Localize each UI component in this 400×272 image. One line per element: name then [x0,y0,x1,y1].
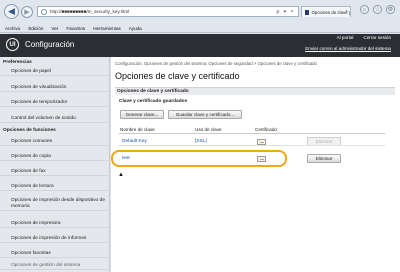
table-header-divider [119,133,385,134]
sidebar-item-common[interactable]: Opciones comunes [0,139,110,146]
menu-bar: Archivo Edición Ver Favoritos Herramient… [0,23,400,33]
address-url: http://■■■■■■■■■/m_security_key.html [50,9,130,14]
browser-chrome: ◀ ▶ http://■■■■■■■■■/m_security_key.html… [0,0,400,33]
breadcrumb: Configuración: Opciones de gestión del s… [115,61,317,66]
browser-toolbar-icons: ⌂ ☆ ⚙ [360,5,395,14]
portal-link[interactable]: Al portal [337,35,354,40]
key-name-link[interactable]: Default Key [122,139,147,144]
menu-item-ver[interactable]: Ver [51,26,58,31]
page-title: Opciones de clave y certificado [115,71,240,81]
menu-item-herramientas[interactable]: Herramientas [93,26,121,31]
tab-favicon-icon [305,9,310,15]
tab-close-icon[interactable]: × [345,9,348,15]
key-name-link[interactable]: test [122,156,130,161]
forward-arrow-icon[interactable]: ▶ [21,6,33,18]
sidebar-item-printer[interactable]: Opciones de impresora [0,221,110,228]
sidebar-item-memory-print[interactable]: Opciones de impresión desde dispositivo … [0,198,108,211]
subsection-heading: Clave y certificado guardados [119,99,188,104]
generate-key-button[interactable]: Generar clave... [120,110,164,119]
sidebar-item-volume[interactable]: Control del volumen de sonido [0,116,110,123]
sidebar-heading-functions: Opciones de funciones [3,128,56,133]
menu-item-archivo[interactable]: Archivo [5,26,20,31]
star-icon[interactable]: ☆ [373,5,382,14]
sidebar-item-paper[interactable]: Opciones de papel [0,69,110,76]
sidebar-item-timer[interactable]: Opciones de temporizador [0,100,110,107]
section-heading: Opciones de clave y certificado [115,87,395,95]
logout-link[interactable]: Cerrar sesión [363,35,391,40]
save-key-certificate-button[interactable]: Guardar clave y certificado... [168,110,242,119]
globe-icon [41,8,47,15]
delete-button[interactable]: Eliminar [307,154,341,163]
gear-icon[interactable]: ⚙ [386,5,395,14]
ui-logo-icon: UI [6,38,19,51]
back-arrow-icon[interactable]: ◀ [4,4,19,19]
page-header-title: Configuración [25,40,75,49]
menu-item-ayuda[interactable]: Ayuda [129,26,142,31]
main-content: Configuración: Opciones de gestión del s… [111,57,400,272]
address-bar-tools[interactable]: ρ ▾ × [276,9,295,15]
sidebar-item-report-print[interactable]: Opciones de impresión de informes [0,236,110,243]
address-bar[interactable]: http://■■■■■■■■■/m_security_key.html ρ ▾… [37,6,299,17]
menu-item-edicion[interactable]: Edición [28,26,43,31]
sidebar-item-system-management[interactable]: Opciones de gestión del sistema [0,263,110,270]
sidebar-item-display[interactable]: Opciones de visualización [0,85,110,92]
sidebar-item-fax[interactable]: Opciones de fax [0,169,110,176]
scroll-to-top-icon[interactable]: ▲ [118,172,124,178]
sidebar-item-copy[interactable]: Opciones de copia [0,154,110,161]
home-icon[interactable]: ⌂ [360,5,369,14]
row-divider [119,145,385,146]
sidebar-item-favorites[interactable]: Opciones favoritas [0,251,110,258]
app-header: UI Configuración Al portal Cerrar sesión… [0,34,400,57]
sidebar: Preferencias Opciones de papel Opciones … [0,57,110,272]
sidebar-item-scan[interactable]: Opciones de lectura [0,184,110,191]
browser-tab[interactable]: Opciones de clave y... × [301,6,351,17]
sidebar-heading-preferences: Preferencias [3,60,32,65]
email-admin-link[interactable]: Enviar correo al administrador del siste… [305,46,391,51]
certificate-icon[interactable] [257,156,266,162]
column-header-key-name: Nombre de clave [120,127,155,132]
menu-item-favoritos[interactable]: Favoritos [66,26,85,31]
column-header-certificate: Certificado [255,127,277,132]
key-use-value: [SSL] [195,139,207,144]
header-links: Al portal Cerrar sesión [337,35,391,40]
column-header-key-use: Uso de clave [195,127,222,132]
